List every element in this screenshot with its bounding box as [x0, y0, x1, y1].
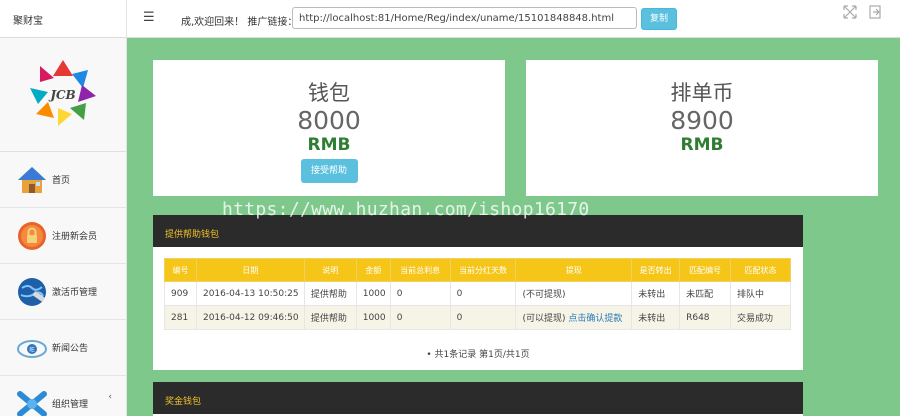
cell-amount: 1000 — [355, 305, 391, 330]
table-row: 909 2016-04-13 10:50:25 提供帮助 1000 0 0 (不… — [164, 281, 791, 306]
sidebar-item-label: 组织管理 — [52, 400, 89, 410]
sidebar: JCB 首页 注册新会员 激活币管理 IE 新闻公告 组织管理 ‹ — [0, 38, 127, 416]
wallet-title: 钱包 — [308, 81, 350, 105]
col-desc: 说明 — [303, 258, 357, 282]
col-withdraw: 提现 — [515, 258, 633, 282]
col-amount: 金额 — [355, 258, 391, 282]
cell-desc: 提供帮助 — [303, 281, 357, 306]
cell-status: 交易成功 — [730, 305, 791, 330]
cell-withdraw: (不可提现) — [515, 281, 633, 306]
news-icon: IE — [17, 340, 47, 358]
cell-match-no: R648 — [679, 305, 732, 330]
cell-transferred: 未转出 — [631, 281, 681, 306]
network-icon — [17, 391, 47, 416]
svg-text:IE: IE — [29, 347, 35, 354]
top-bar: 聚财宝 ☰ 成,欢迎回来！ 推广链接： 复制 — [0, 0, 900, 38]
cell-id: 909 — [164, 281, 197, 306]
cell-status: 排队中 — [730, 281, 791, 306]
jcb-logo-icon: JCB — [30, 60, 96, 126]
cell-days: 0 — [449, 281, 517, 306]
lock-icon — [18, 222, 46, 250]
col-interest: 当前总利息 — [389, 258, 451, 282]
wallet-card: 钱包 8000 RMB 接受帮助 — [153, 60, 505, 196]
panel-title: 奖金钱包 — [153, 382, 803, 414]
sidebar-item-organization[interactable]: 组织管理 ‹ — [0, 376, 126, 416]
provide-help-panel: 提供帮助钱包 编号 日期 说明 金额 当前总利息 当前分红天数 提现 是否转出 … — [153, 215, 803, 370]
wallet-unit: RMB — [307, 135, 351, 155]
order-coin-title: 排单币 — [670, 81, 734, 105]
col-transferred: 是否转出 — [631, 258, 681, 282]
col-match-no: 匹配编号 — [679, 258, 732, 282]
fullscreen-icon[interactable] — [843, 5, 857, 19]
bonus-wallet-panel: 奖金钱包 — [153, 382, 803, 416]
copy-button[interactable]: 复制 — [641, 8, 677, 30]
sidebar-item-label: 首页 — [52, 176, 71, 186]
order-coin-card: 排单币 8900 RMB — [526, 60, 878, 196]
cell-withdraw: (可以提现) 点击确认提款 — [515, 305, 633, 330]
bullet-icon: • — [426, 350, 432, 360]
brand-title: 聚财宝 — [0, 0, 127, 38]
sidebar-item-label: 新闻公告 — [52, 344, 89, 354]
cell-match-no: 未匹配 — [679, 281, 732, 306]
table-header: 编号 日期 说明 金额 当前总利息 当前分红天数 提现 是否转出 匹配编号 匹配… — [164, 258, 791, 282]
home-icon — [18, 167, 46, 193]
col-date: 日期 — [195, 258, 305, 282]
table-row: 281 2016-04-12 09:46:50 提供帮助 1000 0 0 (可… — [164, 305, 791, 330]
cell-date: 2016-04-12 09:46:50 — [195, 305, 305, 330]
help-table: 编号 日期 说明 金额 当前总利息 当前分红天数 提现 是否转出 匹配编号 匹配… — [164, 258, 791, 330]
sidebar-item-news[interactable]: IE 新闻公告 — [0, 320, 126, 376]
sidebar-item-label: 注册新会员 — [52, 232, 98, 242]
panel-title: 提供帮助钱包 — [153, 215, 803, 247]
cell-id: 281 — [164, 305, 197, 330]
accept-help-button[interactable]: 接受帮助 — [300, 159, 358, 183]
cell-days: 0 — [449, 305, 517, 330]
wallet-value: 8000 — [297, 106, 361, 135]
cell-desc: 提供帮助 — [303, 305, 357, 330]
globe-icon — [18, 278, 46, 306]
cell-transferred: 未转出 — [631, 305, 681, 330]
cell-interest: 0 — [389, 281, 451, 306]
order-coin-value: 8900 — [670, 106, 734, 135]
welcome-text: 成,欢迎回来！ 推广链接： — [181, 17, 298, 28]
chevron-left-icon[interactable]: ‹ — [108, 392, 112, 402]
cell-amount: 1000 — [355, 281, 391, 306]
col-days: 当前分红天数 — [449, 258, 517, 282]
sidebar-item-home[interactable]: 首页 — [0, 152, 126, 208]
cell-date: 2016-04-13 10:50:25 — [195, 281, 305, 306]
order-coin-unit: RMB — [680, 135, 724, 155]
pagination: • 共1条记录 第1页/共1页 — [153, 347, 803, 360]
sidebar-item-label: 激活币管理 — [52, 288, 98, 298]
cell-interest: 0 — [389, 305, 451, 330]
col-status: 匹配状态 — [730, 258, 791, 282]
withdraw-note: (可以提现) — [522, 314, 566, 324]
pagination-text: 共1条记录 第1页/共1页 — [434, 350, 530, 360]
withdraw-note: (不可提现) — [522, 290, 566, 300]
logout-icon[interactable] — [868, 5, 882, 19]
sidebar-item-register[interactable]: 注册新会员 — [0, 208, 126, 264]
referral-link-field[interactable] — [292, 7, 637, 29]
sidebar-item-activation[interactable]: 激活币管理 — [0, 264, 126, 320]
col-id: 编号 — [164, 258, 197, 282]
main-content: 钱包 8000 RMB 接受帮助 排单币 8900 RMB 提供帮助钱包 编号 … — [127, 38, 900, 416]
menu-icon[interactable]: ☰ — [143, 10, 155, 25]
svg-text:JCB: JCB — [48, 88, 75, 102]
confirm-withdraw-link[interactable]: 点击确认提款 — [568, 314, 622, 324]
logo: JCB — [0, 38, 126, 152]
